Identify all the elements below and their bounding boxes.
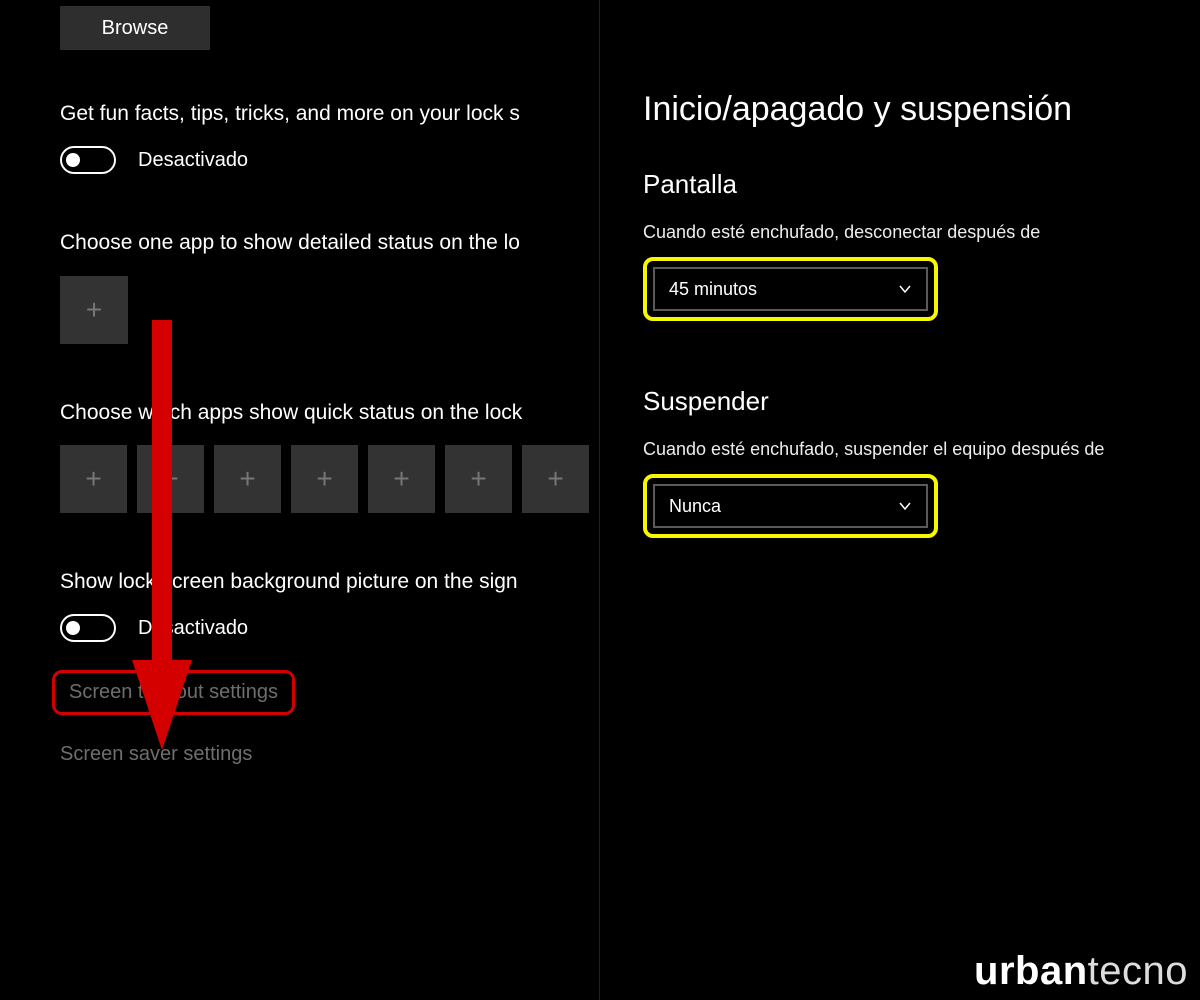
- browse-button[interactable]: Browse: [60, 6, 210, 50]
- screen-saver-label: Screen saver settings: [60, 743, 252, 765]
- chevron-down-icon: [898, 499, 912, 513]
- sleep-heading: Suspender: [643, 386, 1182, 417]
- detailed-status-tiles: +: [60, 276, 589, 344]
- add-app-tile[interactable]: +: [445, 445, 512, 513]
- fun-facts-label: Get fun facts, tips, tricks, and more on…: [60, 100, 589, 128]
- screen-section: Pantalla Cuando esté enchufado, desconec…: [643, 169, 1182, 321]
- plus-icon: +: [162, 465, 178, 493]
- fun-facts-toggle-row: Desactivado: [60, 146, 589, 174]
- screen-timeout-dropdown[interactable]: 45 minutos: [653, 267, 928, 311]
- screen-saver-settings-link[interactable]: Screen saver settings: [52, 733, 260, 776]
- power-sleep-settings-panel: Inicio/apagado y suspensión Pantalla Cua…: [605, 0, 1200, 1000]
- add-app-tile[interactable]: +: [291, 445, 358, 513]
- toggle-knob: [66, 153, 80, 167]
- signin-background-toggle-row: Desactivado: [60, 614, 589, 642]
- fun-facts-toggle[interactable]: [60, 146, 116, 174]
- detailed-status-setting: Choose one app to show detailed status o…: [60, 229, 589, 343]
- add-app-tile[interactable]: +: [60, 445, 127, 513]
- plus-icon: +: [239, 465, 255, 493]
- chevron-down-icon: [898, 282, 912, 296]
- sleep-section: Suspender Cuando esté enchufado, suspend…: [643, 386, 1182, 538]
- left-content: Get fun facts, tips, tricks, and more on…: [60, 100, 589, 776]
- screen-timeout-value: 45 minutos: [669, 279, 757, 300]
- plus-icon: +: [86, 296, 102, 324]
- screen-subtext: Cuando esté enchufado, desconectar despu…: [643, 222, 1182, 243]
- plus-icon: +: [316, 465, 332, 493]
- lock-screen-settings-panel: Browse Get fun facts, tips, tricks, and …: [0, 0, 600, 1000]
- plus-icon: +: [547, 465, 563, 493]
- signin-background-state: Desactivado: [138, 617, 248, 640]
- signin-background-label: Show lock screen background picture on t…: [60, 568, 589, 596]
- add-app-tile[interactable]: +: [214, 445, 281, 513]
- toggle-knob: [66, 621, 80, 635]
- detailed-status-label: Choose one app to show detailed status o…: [60, 229, 589, 257]
- sleep-timeout-dropdown[interactable]: Nunca: [653, 484, 928, 528]
- page-title: Inicio/apagado y suspensión: [643, 90, 1182, 129]
- sleep-dropdown-highlight: Nunca: [643, 474, 938, 538]
- sleep-timeout-value: Nunca: [669, 496, 721, 517]
- watermark-a: urban: [974, 949, 1088, 993]
- plus-icon: +: [470, 465, 486, 493]
- screen-dropdown-highlight: 45 minutos: [643, 257, 938, 321]
- watermark-b: tecno: [1088, 949, 1188, 993]
- quick-status-tiles: + + + + + + +: [60, 445, 589, 513]
- add-app-tile[interactable]: +: [522, 445, 589, 513]
- browse-label: Browse: [102, 17, 169, 40]
- fun-facts-state: Desactivado: [138, 149, 248, 172]
- watermark: urbantecno: [974, 949, 1188, 994]
- screen-heading: Pantalla: [643, 169, 1182, 200]
- add-app-tile[interactable]: +: [60, 276, 128, 344]
- add-app-tile[interactable]: +: [137, 445, 204, 513]
- screen-timeout-label: Screen timeout settings: [69, 681, 278, 703]
- signin-background-setting: Show lock screen background picture on t…: [60, 568, 589, 642]
- quick-status-label: Choose which apps show quick status on t…: [60, 399, 589, 427]
- sleep-subtext: Cuando esté enchufado, suspender el equi…: [643, 439, 1182, 460]
- signin-background-toggle[interactable]: [60, 614, 116, 642]
- plus-icon: +: [393, 465, 409, 493]
- quick-status-setting: Choose which apps show quick status on t…: [60, 399, 589, 513]
- fun-facts-setting: Get fun facts, tips, tricks, and more on…: [60, 100, 589, 174]
- plus-icon: +: [85, 465, 101, 493]
- screen-timeout-settings-link[interactable]: Screen timeout settings: [52, 670, 295, 715]
- add-app-tile[interactable]: +: [368, 445, 435, 513]
